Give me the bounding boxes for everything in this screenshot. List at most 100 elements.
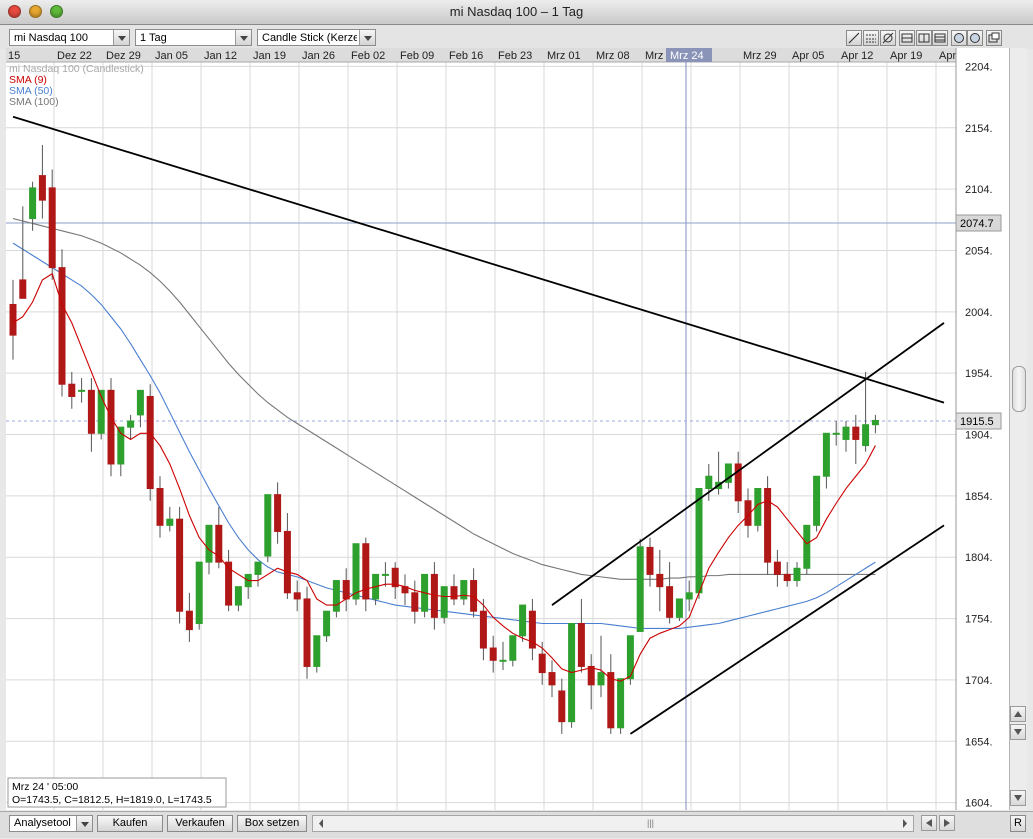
reset-button[interactable]: R — [1010, 815, 1026, 832]
candle-body — [479, 610, 487, 649]
candle-body — [48, 187, 56, 269]
candle-body — [166, 518, 174, 526]
chevron-down-icon[interactable] — [76, 816, 92, 831]
instrument-select[interactable]: mi Nasdaq 100 — [9, 29, 130, 46]
price-tick-label: 1904. — [965, 430, 993, 442]
candle-body — [813, 475, 821, 526]
grid-icon — [901, 33, 913, 43]
buy-button[interactable]: Kaufen — [97, 815, 163, 832]
window-title: mi Nasdaq 100 – 1 Tag — [449, 4, 584, 19]
candle-body — [666, 586, 674, 618]
current-price-box: 1915.5 — [955, 412, 1002, 430]
title-bar: mi Nasdaq 100 – 1 Tag — [0, 0, 1033, 25]
period-select[interactable]: 1 Tag — [135, 29, 252, 46]
candle-body — [234, 586, 242, 606]
candle-body — [705, 475, 713, 490]
candle-body — [450, 586, 458, 600]
chevron-down-icon[interactable] — [359, 30, 375, 45]
candle-body — [185, 610, 193, 631]
horizontal-scrollbar[interactable]: ||| — [312, 815, 914, 832]
candle-body — [254, 561, 262, 575]
vertical-scroll-thumb[interactable] — [1012, 366, 1026, 412]
arrow-left-icon[interactable] — [316, 816, 326, 831]
zoom-icon — [970, 33, 980, 43]
date-tick-label: 15 — [8, 50, 20, 62]
candle-body — [283, 530, 291, 594]
price-tick-label: 2204. — [965, 61, 993, 73]
price-tick-label: 1804. — [965, 552, 993, 564]
date-tick-label: Mrz 08 — [596, 50, 630, 62]
fibonacci-tool-button[interactable] — [863, 30, 879, 46]
info-ohlc: O=1743.5, C=1812.5, H=1819.0, L=1743.5 — [12, 794, 212, 806]
chevron-down-icon[interactable] — [113, 30, 129, 45]
candle-body — [764, 488, 772, 563]
vertical-scrollbar[interactable] — [1009, 48, 1027, 810]
candle-body — [264, 494, 272, 557]
grid-view-button-3[interactable] — [932, 30, 948, 46]
arrow-right-icon[interactable] — [900, 816, 910, 831]
sell-button[interactable]: Verkaufen — [167, 815, 233, 832]
status-bar: Analysetool Kaufen Verkaufen Box setzen … — [0, 811, 1033, 838]
candle-body — [489, 647, 497, 661]
chart-type-select[interactable]: Candle Stick (Kerzer — [257, 29, 376, 46]
date-tick-label: Feb 23 — [498, 50, 532, 62]
candle-body — [323, 610, 331, 637]
date-tick-label: Mrz 01 — [547, 50, 581, 62]
candle-body — [195, 561, 203, 624]
zoom-icon — [954, 33, 964, 43]
date-tick-label: Apr 19 — [890, 50, 922, 62]
candle-body — [362, 543, 370, 600]
candle-body — [29, 187, 37, 220]
candle-body — [577, 622, 585, 667]
period-value: 1 Tag — [140, 32, 167, 44]
candle-body — [176, 518, 184, 612]
candle-body — [695, 488, 703, 594]
date-tick-label: Apr 12 — [841, 50, 873, 62]
scroll-down-button[interactable] — [1010, 724, 1026, 740]
price-tick-label: 2004. — [965, 307, 993, 319]
candle-body — [19, 279, 27, 299]
candle-body — [548, 672, 556, 686]
detach-window-button[interactable] — [986, 30, 1002, 46]
set-box-button[interactable]: Box setzen — [237, 815, 307, 832]
zoom-out-button[interactable] — [967, 30, 983, 46]
candle-body — [38, 175, 46, 201]
candlestick-chart[interactable]: 15 Dez 22 Dez 29 Jan 05 Jan 12 Jan 19 Jan 26 Fe… — [6, 48, 1009, 810]
draw-line-tool-button[interactable] — [846, 30, 862, 46]
candle-body — [607, 672, 615, 729]
chevron-down-icon[interactable] — [235, 30, 251, 45]
grid-icon — [918, 33, 930, 43]
scroll-left-button[interactable] — [921, 815, 937, 831]
chart-type-value: Candle Stick (Kerzer — [262, 32, 357, 44]
candle-body — [58, 267, 66, 385]
scroll-up-button[interactable] — [1010, 706, 1026, 722]
arrow-down-icon — [1014, 795, 1022, 801]
candle-body — [871, 419, 879, 426]
candle-body — [156, 488, 164, 526]
scroll-right-button[interactable] — [939, 815, 955, 831]
arrow-right-icon — [944, 819, 950, 827]
grid-view-button-1[interactable] — [899, 30, 915, 46]
candle-body — [146, 395, 154, 490]
instrument-value: mi Nasdaq 100 — [14, 32, 88, 44]
candle-body — [499, 659, 507, 662]
analysis-tool-select[interactable]: Analysetool — [9, 815, 93, 832]
angle-icon — [882, 32, 894, 44]
date-tick-label: Jan 12 — [204, 50, 237, 62]
scroll-corner-button[interactable] — [1010, 790, 1026, 806]
candle-body — [352, 543, 360, 600]
candle-body — [411, 592, 419, 612]
zoom-in-button[interactable] — [951, 30, 967, 46]
candle-body — [509, 635, 517, 661]
grid-view-button-2[interactable] — [916, 30, 932, 46]
candle-body — [656, 573, 664, 588]
candle-body — [597, 672, 605, 686]
grid-icon — [934, 33, 946, 43]
horizontal-scroll-grip[interactable]: ||| — [638, 817, 663, 830]
candle-body — [685, 592, 693, 600]
price-tick-label: 1604. — [965, 798, 993, 810]
candle-body — [538, 653, 546, 674]
price-marker-box: 2074.7 — [955, 214, 1002, 232]
candle-body — [136, 389, 144, 416]
angle-tool-button[interactable] — [880, 30, 896, 46]
